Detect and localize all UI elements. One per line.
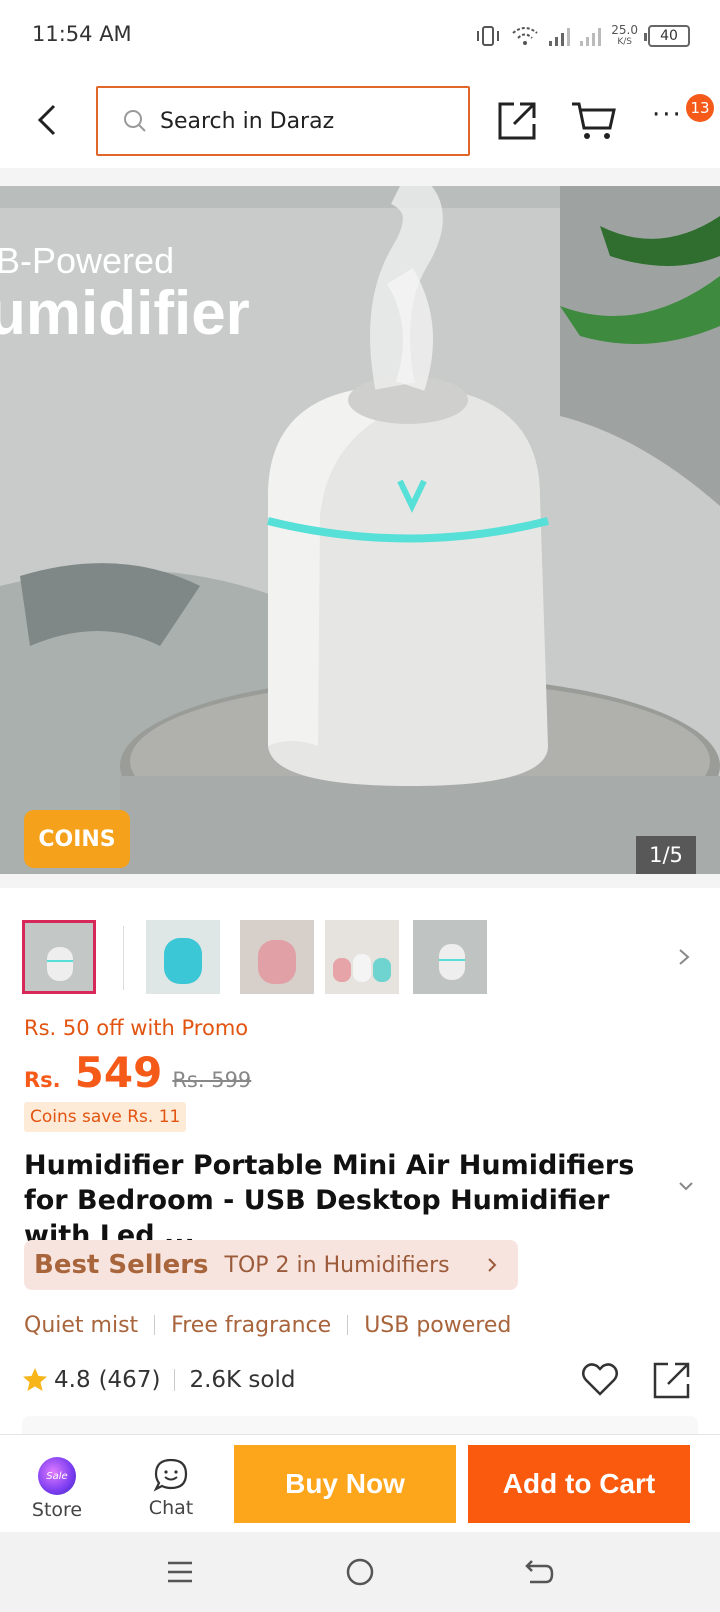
back-icon[interactable]: [520, 1554, 556, 1590]
network-speed: 25.0 K/S: [611, 23, 638, 47]
wifi-icon: [512, 27, 538, 45]
sold-count: 2.6K sold: [189, 1367, 296, 1393]
share-icon[interactable]: [652, 1360, 692, 1400]
menu-icon[interactable]: [162, 1554, 198, 1590]
notification-badge: 13: [686, 94, 714, 122]
product-title: Humidifier Portable Mini Air Humidifiers…: [24, 1150, 635, 1251]
promo-text[interactable]: Rs. 50 off with Promo: [24, 1016, 248, 1040]
rating-value: 4.8: [54, 1367, 91, 1393]
signal-2-icon: [580, 26, 602, 46]
coins-save-tag: Coins save Rs. 11: [24, 1102, 187, 1132]
rating-row[interactable]: 4.8 (467) 2.6K sold: [22, 1362, 295, 1398]
status-time: 11:54 AM: [32, 22, 132, 46]
star-icon: [23, 1368, 47, 1391]
store-button[interactable]: Sale Store: [22, 1457, 92, 1527]
chevron-right-icon[interactable]: [674, 942, 694, 972]
image-counter: 1/5: [636, 836, 696, 874]
store-avatar: Sale: [38, 1457, 76, 1495]
buy-now-button[interactable]: Buy Now: [234, 1445, 456, 1523]
feature-tag: Quiet mist: [24, 1312, 139, 1338]
status-icons: 25.0 K/S 40: [475, 22, 690, 50]
divider: [0, 874, 720, 888]
thumb-divider: [123, 926, 124, 990]
battery-icon: 40: [644, 25, 690, 47]
price-value: 549: [74, 1048, 163, 1097]
bestseller-label: Best Sellers: [34, 1250, 209, 1280]
add-to-cart-button[interactable]: Add to Cart: [468, 1445, 690, 1523]
thumbnail-1[interactable]: [22, 920, 96, 994]
image-overlay-line1: B-Powered: [0, 240, 175, 281]
back-arrow-icon[interactable]: [28, 96, 68, 144]
chat-button[interactable]: Chat: [136, 1457, 206, 1527]
price-currency: Rs.: [24, 1068, 61, 1092]
status-bar: 11:54 AM 25.0 K/S 40: [0, 0, 720, 72]
vibrate-icon: [477, 26, 500, 46]
coins-badge: COINS: [24, 810, 130, 868]
feature-tag: Free fragrance: [171, 1312, 332, 1338]
system-nav-bar: [0, 1532, 720, 1612]
share-icon[interactable]: [496, 100, 538, 142]
top-header: Search in Daraz ··· 13: [0, 72, 720, 168]
price-row: Rs. 549 Rs. 599: [24, 1048, 251, 1098]
heart-icon[interactable]: [580, 1360, 620, 1400]
divider: [0, 168, 720, 186]
feature-tag: USB powered: [364, 1312, 512, 1338]
thumbnail-3[interactable]: [240, 920, 314, 994]
chevron-down-icon[interactable]: [676, 1176, 696, 1196]
bottom-action-bar: Sale Store Chat Buy Now Add to Cart: [0, 1434, 720, 1532]
search-placeholder: Search in Daraz: [160, 108, 335, 134]
rating-count: (467): [98, 1367, 161, 1393]
thumbnail-5[interactable]: [413, 920, 487, 994]
chevron-right-icon: [488, 1258, 497, 1272]
feature-separator: [154, 1315, 156, 1335]
chat-label: Chat: [148, 1497, 194, 1519]
thumbnail-strip: [0, 912, 720, 994]
original-price: Rs. 599: [172, 1068, 252, 1092]
feature-separator: [347, 1315, 349, 1335]
bestseller-rank: TOP 2 in Humidifiers: [224, 1252, 450, 1278]
search-input[interactable]: Search in Daraz: [96, 86, 470, 156]
signal-1-icon: [549, 26, 571, 46]
home-icon[interactable]: [342, 1554, 378, 1590]
thumbnail-2[interactable]: [146, 920, 220, 994]
feature-tags: Quiet mist Free fragrance USB powered: [24, 1310, 511, 1340]
product-image-carousel[interactable]: B-Powered umidifier COINS 1/5: [0, 186, 720, 874]
image-overlay-line2: umidifier: [0, 279, 250, 348]
thumbnail-4[interactable]: [325, 920, 399, 994]
store-label: Store: [31, 1499, 83, 1521]
bestseller-banner[interactable]: Best Sellers TOP 2 in Humidifiers: [24, 1240, 518, 1290]
cart-icon[interactable]: [570, 100, 616, 142]
rating-separator: [174, 1369, 176, 1391]
search-icon: [124, 110, 146, 132]
next-section-peek: [22, 1416, 698, 1434]
chat-icon: [153, 1458, 188, 1492]
